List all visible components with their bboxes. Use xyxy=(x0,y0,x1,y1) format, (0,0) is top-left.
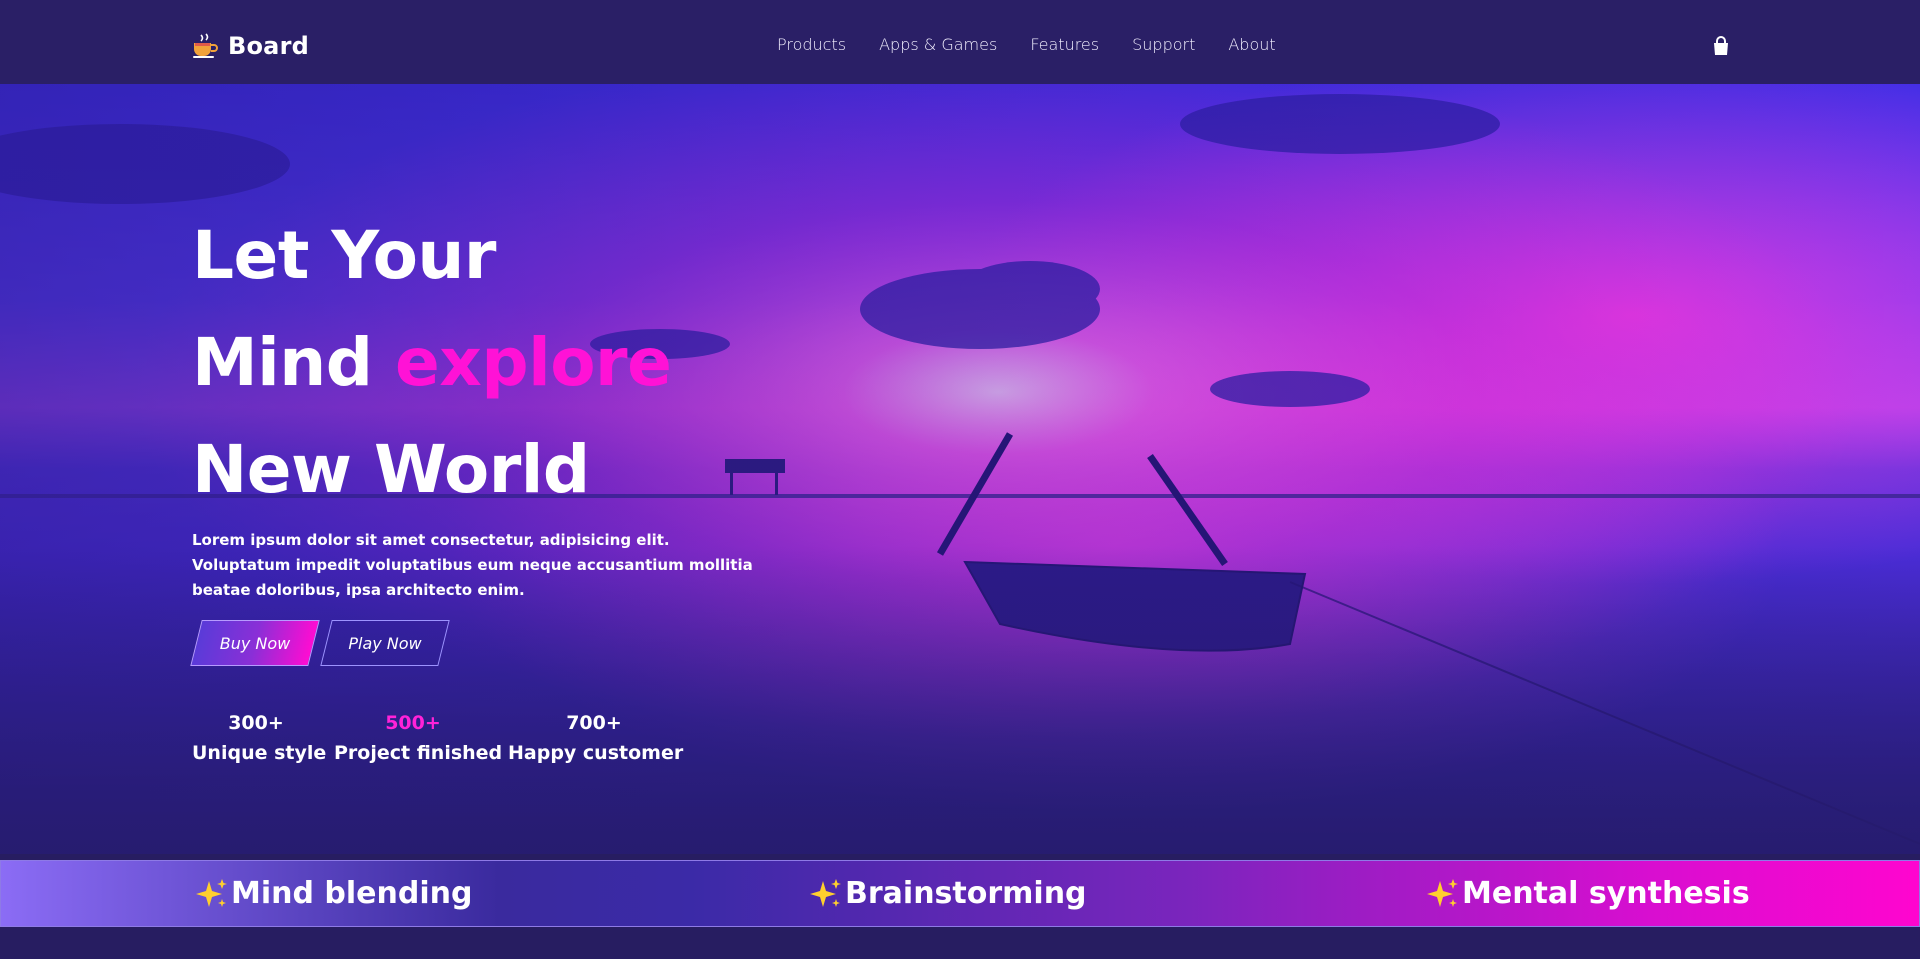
feature-banner: Mind blending Brainstorming Mental synth… xyxy=(0,860,1920,927)
hero-headline: Let Your Mind explore New World xyxy=(192,202,672,523)
nav-link-features[interactable]: Features xyxy=(1030,35,1099,54)
stat-unique-style: 300+ Unique style xyxy=(192,708,327,768)
nav-item-support: Support xyxy=(1132,35,1195,54)
nav-item-about: About xyxy=(1228,35,1275,54)
coffee-cup-icon xyxy=(193,33,218,58)
banner-item-mind-blending: Mind blending xyxy=(195,876,472,912)
nav-link-apps-games[interactable]: Apps & Games xyxy=(879,35,997,54)
headline-line-3: New World xyxy=(192,431,590,508)
stat-value: 300+ xyxy=(228,712,284,734)
nav-link-support[interactable]: Support xyxy=(1132,35,1195,54)
stat-label: Project finished xyxy=(334,742,503,764)
play-now-button[interactable]: Play Now xyxy=(326,620,444,666)
stat-value: 500+ xyxy=(385,712,441,734)
hero-section: Let Your Mind explore New World Lorem ip… xyxy=(0,84,1920,854)
nav-item-features: Features xyxy=(1030,35,1099,54)
stat-label: Happy customer xyxy=(508,742,684,764)
buy-now-button[interactable]: Buy Now xyxy=(196,620,314,666)
navbar: Board Products Apps & Games Features Sup… xyxy=(0,0,1920,84)
nav-item-apps-games: Apps & Games xyxy=(879,35,997,54)
stat-label: Unique style xyxy=(192,742,327,764)
nav-link-about[interactable]: About xyxy=(1228,35,1275,54)
banner-item-label: Brainstorming xyxy=(845,876,1087,911)
headline-line-1: Let Your xyxy=(192,217,496,294)
sparkles-icon xyxy=(1427,879,1458,907)
headline-line-2: Mind explore xyxy=(192,309,672,416)
nav-link-products[interactable]: Products xyxy=(777,35,846,54)
brand-logo-link[interactable]: Board xyxy=(192,30,309,62)
shopping-bag-icon[interactable] xyxy=(1712,36,1730,56)
brand-name: Board xyxy=(228,32,309,60)
stat-project-finished: 500+ Project finished xyxy=(334,708,503,768)
banner-item-label: Mind blending xyxy=(231,876,473,911)
sparkles-icon xyxy=(810,879,841,907)
sparkles-icon xyxy=(196,879,227,907)
banner-item-mental-synthesis: Mental synthesis xyxy=(1426,876,1750,912)
nav-links: Products Apps & Games Features Support A… xyxy=(777,35,1276,54)
nav-item-products: Products xyxy=(777,35,846,54)
hero-lead-text: Lorem ipsum dolor sit amet consectetur, … xyxy=(192,531,753,599)
headline-accent-word: explore xyxy=(395,324,672,401)
banner-item-label: Mental synthesis xyxy=(1462,876,1750,911)
banner-item-brainstorming: Brainstorming xyxy=(809,876,1087,912)
headline-word-mind: Mind xyxy=(192,324,373,401)
stat-value: 700+ xyxy=(566,712,622,734)
stat-happy-customer: 700+ Happy customer xyxy=(508,708,684,768)
